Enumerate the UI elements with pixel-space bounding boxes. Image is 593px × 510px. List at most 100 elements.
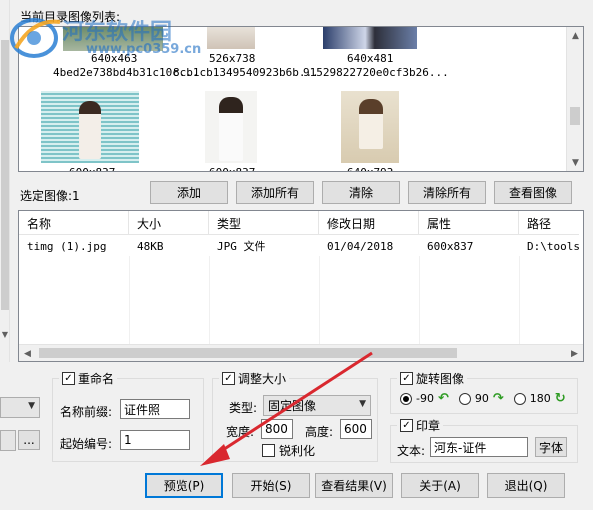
rotate-180-radio[interactable] [513, 392, 526, 405]
stamp-checkbox[interactable]: ✓ [400, 419, 413, 432]
column-divider [319, 256, 320, 346]
scroll-up-icon[interactable]: ▲ [567, 27, 583, 44]
width-label: 宽度: [226, 425, 255, 439]
scroll-right-icon[interactable]: ▶ [566, 345, 583, 361]
prefix-label: 名称前缀: [60, 405, 113, 419]
browse-button[interactable]: ... [18, 430, 40, 450]
cell-name: timg (1).jpg [27, 239, 107, 253]
start-button[interactable]: 开始(S) [232, 473, 310, 498]
rename-title-label: 重命名 [78, 372, 115, 386]
rotate-180-icon: ↻ [554, 391, 566, 406]
stamp-text-input[interactable]: 河东-证件 [430, 437, 528, 457]
thumbnail-item[interactable]: 600x837 [41, 91, 201, 171]
resize-type-select[interactable]: 固定图像 ▼ [263, 395, 371, 416]
thumbnail-image [323, 27, 417, 49]
rotate-options: -90 ↶ 90 ↷ 180 ↻ [400, 391, 566, 406]
add-button[interactable]: 添加 [150, 181, 228, 204]
left-dropdown[interactable]: ▼ [0, 397, 40, 418]
start-number-input[interactable]: 1 [120, 430, 190, 450]
thumbnail-size: 640x481 [347, 52, 394, 65]
column-header-attributes[interactable]: 属性 [419, 211, 519, 235]
stamp-text-label: 文本: [397, 444, 426, 458]
resize-checkbox[interactable]: ✓ [222, 372, 235, 385]
table-row[interactable]: timg (1).jpg 48KB JPG 文件 01/04/2018 600x… [19, 236, 579, 256]
left-pane-scroll-thumb[interactable] [1, 40, 9, 310]
thumbnail-item[interactable]: 640x793 [341, 91, 411, 171]
column-header-modified[interactable]: 修改日期 [319, 211, 419, 235]
prefix-input[interactable]: 证件照 [120, 399, 190, 419]
thumbnail-size: 640x793 [347, 166, 393, 171]
cell-modified: 01/04/2018 [327, 239, 394, 253]
add-all-button[interactable]: 添加所有 [236, 181, 314, 204]
preview-button[interactable]: 预览(P) [145, 473, 223, 498]
chevron-down-icon: ▼ [28, 401, 35, 411]
resize-title[interactable]: ✓ 调整大小 [219, 370, 290, 387]
file-list[interactable]: 名称 大小 类型 修改日期 属性 路径 timg (1).jpg 48KB JP… [18, 210, 584, 362]
file-list-header: 名称 大小 类型 修改日期 属性 路径 [19, 211, 579, 235]
thumbnail-scroll-thumb[interactable] [570, 107, 580, 125]
exit-button[interactable]: 退出(Q) [487, 473, 565, 498]
cell-attributes: 600x837 [427, 239, 474, 253]
rename-title[interactable]: ✓ 重命名 [59, 370, 118, 387]
view-results-button[interactable]: 查看结果(V) [315, 473, 393, 498]
thumbnail-image [341, 91, 399, 163]
resize-title-label: 调整大小 [238, 372, 287, 386]
scroll-left-icon[interactable]: ◀ [19, 345, 36, 361]
clear-all-button[interactable]: 清除所有 [408, 181, 486, 204]
sharpen-label: 锐利化 [279, 444, 316, 458]
view-image-button[interactable]: 查看图像 [494, 181, 572, 204]
thumbnail-hash: 91529822720e0cf3b26... [303, 66, 449, 79]
column-header-path[interactable]: 路径 [519, 211, 583, 235]
height-label: 高度: [305, 425, 334, 439]
rotate-right-icon: ↷ [492, 391, 504, 406]
column-divider [419, 256, 420, 346]
start-number-label: 起始编号: [60, 437, 113, 451]
rotate-90-radio[interactable] [458, 392, 471, 405]
column-divider [519, 256, 520, 346]
left-dropdown-small[interactable] [0, 430, 16, 451]
thumbnail-size: 600x837 [69, 166, 115, 171]
column-header-name[interactable]: 名称 [19, 211, 129, 235]
rotate-minus90-radio[interactable] [400, 392, 412, 405]
font-button[interactable]: 字体 [535, 437, 567, 457]
rotate-option-label: 90 [474, 392, 489, 405]
scroll-down-icon[interactable]: ▼ [567, 154, 583, 171]
stamp-title[interactable]: ✓ 印章 [397, 417, 444, 434]
thumbnail-image [207, 27, 255, 49]
height-input[interactable]: 600 [340, 419, 372, 439]
resize-type-value: 固定图像 [268, 399, 317, 413]
thumbnail-item[interactable]: 600x837 [205, 91, 265, 171]
sharpen-checkbox[interactable] [262, 444, 275, 457]
thumbnail-image [205, 91, 257, 163]
thumbnail-vertical-scrollbar[interactable]: ▲ ▼ [566, 27, 583, 171]
width-input[interactable]: 800 [261, 419, 293, 439]
selected-count-label: 选定图像:1 [20, 189, 80, 203]
column-divider [209, 256, 210, 346]
watermark-url: www.pc0359.cn [86, 42, 202, 57]
file-list-scroll-thumb[interactable] [39, 348, 457, 358]
watermark-logo [6, 14, 66, 60]
column-header-type[interactable]: 类型 [209, 211, 319, 235]
column-divider [129, 256, 130, 346]
file-list-horizontal-scrollbar[interactable]: ◀ ▶ [19, 344, 583, 361]
rotate-option-label: -90 [416, 392, 434, 405]
rename-checkbox[interactable]: ✓ [62, 372, 75, 385]
cell-size: 48KB [137, 239, 164, 253]
scroll-down-icon[interactable]: ▼ [0, 330, 10, 339]
stamp-title-label: 印章 [416, 419, 441, 433]
rotate-checkbox[interactable]: ✓ [400, 372, 413, 385]
cell-type: JPG 文件 [217, 240, 266, 253]
column-header-size[interactable]: 大小 [129, 211, 209, 235]
portrait-figure [219, 97, 243, 161]
resize-type-label: 类型: [229, 401, 258, 415]
about-button[interactable]: 关于(A) [401, 473, 479, 498]
cell-path: D:\tools' [527, 239, 579, 253]
thumbnail-item[interactable]: 640x481 91529822720e0cf3b26... [303, 27, 479, 79]
clear-button[interactable]: 清除 [322, 181, 400, 204]
rotate-option-label: 180 [529, 392, 551, 405]
rotate-title-label: 旋转图像 [416, 372, 465, 386]
thumbnail-size: 600x837 [209, 166, 255, 171]
sharpen-option[interactable]: 锐利化 [262, 442, 315, 459]
rotate-title[interactable]: ✓ 旋转图像 [397, 370, 468, 387]
chevron-down-icon: ▼ [359, 399, 366, 409]
